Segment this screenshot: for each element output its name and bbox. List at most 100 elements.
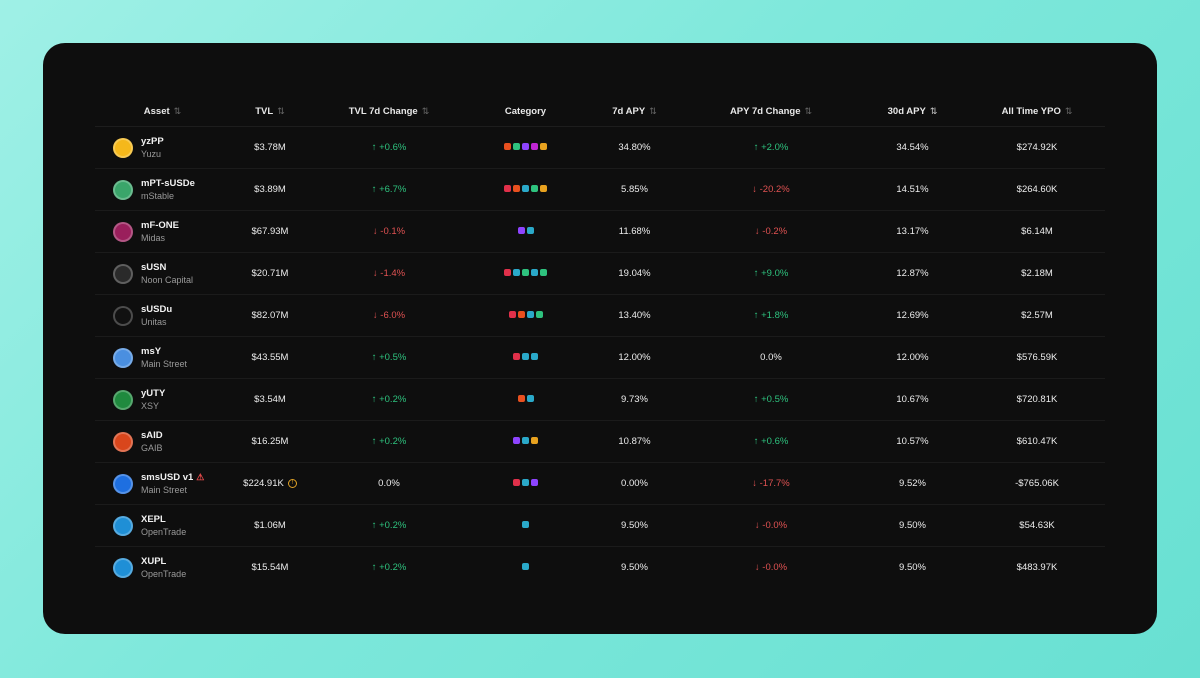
apy-change-cell: ↑ +2.0% [686, 126, 856, 169]
asset-symbol: XEPL [141, 513, 166, 525]
category-icon [504, 185, 511, 192]
table-row[interactable]: XEPL OpenTrade $1.06M ↑ +0.2% 9.50% ↓ -0.0% 9.… [95, 504, 1105, 547]
tvl-value: $3.78M [254, 142, 286, 153]
category-icon [513, 143, 520, 150]
table-row[interactable]: sAID GAIB $16.25M ↑ +0.2% 10.87% ↑ +0.6% 10.57… [95, 420, 1105, 463]
category-icons [504, 185, 547, 192]
table-row[interactable]: mF-ONE Midas $67.93M ↓ -0.1% 11.68% ↓ -0.2% 13… [95, 210, 1105, 253]
asset-cell[interactable]: mF-ONE Midas [95, 210, 230, 253]
category-cell [468, 126, 583, 169]
category-icons [504, 269, 547, 276]
apy-30d-cell: 12.00% [856, 336, 969, 379]
table-row[interactable]: sUSDu Unitas $82.07M ↓ -6.0% 13.40% ↑ +1.8% 12… [95, 294, 1105, 337]
info-icon[interactable]: ! [287, 478, 297, 488]
table-row[interactable]: smsUSD v1 ⚠ Main Street $224.91K! 0.0% 0.00% ↓… [95, 462, 1105, 505]
sort-active-icon[interactable]: ⇅ [930, 106, 938, 116]
tvl-change-cell: ↑ +0.2% [371, 562, 407, 573]
category-cell [468, 294, 583, 337]
asset-cell[interactable]: yzPP Yuzu [95, 126, 230, 169]
asset-cell[interactable]: smsUSD v1 ⚠ Main Street [95, 462, 230, 505]
header-30d-apy[interactable]: 30d APY ⇅ [856, 96, 969, 127]
apy-30d-cell: 9.50% [899, 562, 926, 573]
asset-cell[interactable]: XUPL OpenTrade [95, 547, 230, 589]
apy-7d-cell: 13.40% [583, 294, 686, 337]
table-row[interactable]: XUPL OpenTrade $15.54M ↑ +0.2% 9.50% ↓ -0.0% 9… [95, 547, 1105, 589]
category-icon [517, 227, 525, 234]
asset-symbol: mF-ONE [141, 219, 179, 231]
asset-project: Main Street [141, 485, 188, 495]
tvl-change-cell: ↓ -6.0% [310, 294, 468, 337]
asset-cell[interactable]: sAID GAIB [95, 420, 230, 463]
asset-symbol: XUPL [141, 555, 167, 567]
header-tvl-change[interactable]: TVL 7d Change ⇅ [310, 96, 468, 127]
table-row[interactable]: msY Main Street $43.55M ↑ +0.5% 12.00% 0.0% 12… [95, 336, 1105, 379]
category-icons [513, 437, 538, 444]
sort-icon[interactable]: ⇅ [649, 106, 657, 116]
ypo-cell: $483.97K [1016, 562, 1058, 573]
category-icon [526, 227, 534, 234]
header-asset[interactable]: Asset ⇅ [95, 96, 230, 127]
asset-symbol: sUSN [141, 261, 167, 273]
mstable-logo-icon [113, 179, 133, 200]
category-cell [468, 504, 583, 547]
table-row[interactable]: sUSN Noon Capital $20.71M ↓ -1.4% 19.04% ↑ +9… [95, 252, 1105, 295]
asset-info: sAID GAIB [95, 430, 230, 454]
header-7d-apy[interactable]: 7d APY ⇅ [583, 96, 686, 127]
asset-project: Yuzu [141, 148, 162, 159]
asset-cell[interactable]: msY Main Street [95, 336, 230, 379]
table-row[interactable]: mPT-sUSDe mStable $3.89M ↑ +6.7% 5.85% ↓ -20.… [95, 168, 1105, 211]
sort-icon[interactable]: ⇅ [174, 106, 182, 116]
sort-icon[interactable]: ⇅ [1065, 106, 1073, 116]
ypo-cell: -$765.06K [969, 462, 1105, 505]
category-icon [531, 353, 538, 360]
category-icon [522, 269, 529, 276]
header-all-time-ypo[interactable]: All Time YPO ⇅ [969, 96, 1105, 127]
tvl-change-cell: ↓ -0.1% [310, 210, 468, 253]
ypo-cell: $54.63K [969, 504, 1105, 547]
sort-icon[interactable]: ⇅ [277, 106, 285, 116]
header-tvl[interactable]: TVL ⇅ [230, 96, 310, 127]
asset-cell[interactable]: XEPL OpenTrade [95, 504, 230, 547]
sort-icon[interactable]: ⇅ [805, 106, 813, 116]
midas-logo-icon [113, 221, 133, 242]
mainstreet-logo-icon [113, 347, 133, 368]
asset-cell[interactable]: mPT-sUSDe mStable [95, 168, 230, 211]
tvl-change-cell: ↑ +0.6% [310, 126, 468, 169]
table-row[interactable]: yUTY XSY $3.54M ↑ +0.2% 9.73% ↑ +0.5% 10.67% $7… [95, 378, 1105, 421]
tvl-value: $224.91K [243, 478, 284, 489]
table-row[interactable]: yzPP Yuzu $3.78M ↑ +0.6% 34.80% ↑ +2.0% 34.54%… [95, 126, 1105, 169]
category-icons [517, 395, 534, 402]
asset-project: Midas [141, 232, 166, 243]
category-icon [522, 185, 529, 192]
apy-7d-cell: 11.68% [583, 210, 686, 253]
asset-cell[interactable]: yUTY XSY [95, 378, 230, 421]
table-header-row: Asset ⇅ TVL ⇅ TVL 7d Change ⇅ Category 7d A… [95, 96, 1105, 127]
sort-icon[interactable]: ⇅ [422, 106, 430, 116]
tvl-change-cell: 0.0% [310, 462, 468, 505]
tvl-cell: $15.54M [230, 547, 310, 589]
asset-cell[interactable]: sUSN Noon Capital [95, 252, 230, 295]
asset-cell[interactable]: sUSDu Unitas [95, 294, 230, 337]
ypo-cell: $264.60K [969, 168, 1105, 211]
noon-logo-icon [113, 263, 133, 284]
tvl-value: $43.55M [251, 352, 289, 363]
apy-change-cell: ↑ +1.8% [686, 294, 856, 337]
asset-symbol: smsUSD v1 ⚠ [141, 472, 205, 483]
asset-names: sAID GAIB [141, 430, 163, 454]
yuzu-logo-icon [113, 137, 133, 158]
tvl-value: $15.54M [251, 562, 289, 573]
ypo-cell: $2.57M [969, 294, 1105, 337]
category-icon [526, 311, 534, 318]
apy-change-cell: ↓ -20.2% [686, 168, 856, 211]
apy-7d-cell: 10.87% [583, 420, 686, 463]
tvl-cell: $20.71M [230, 252, 310, 295]
category-icon [517, 311, 525, 318]
category-icon [504, 269, 511, 276]
category-icon [513, 269, 520, 276]
category-icon [513, 353, 520, 360]
category-cell [468, 168, 583, 211]
header-apy-change[interactable]: APY 7d Change ⇅ [686, 96, 856, 127]
asset-info: sUSDu Unitas [95, 304, 230, 328]
tvl-value: $1.06M [254, 520, 286, 531]
tvl-value: $3.54M [254, 394, 286, 405]
